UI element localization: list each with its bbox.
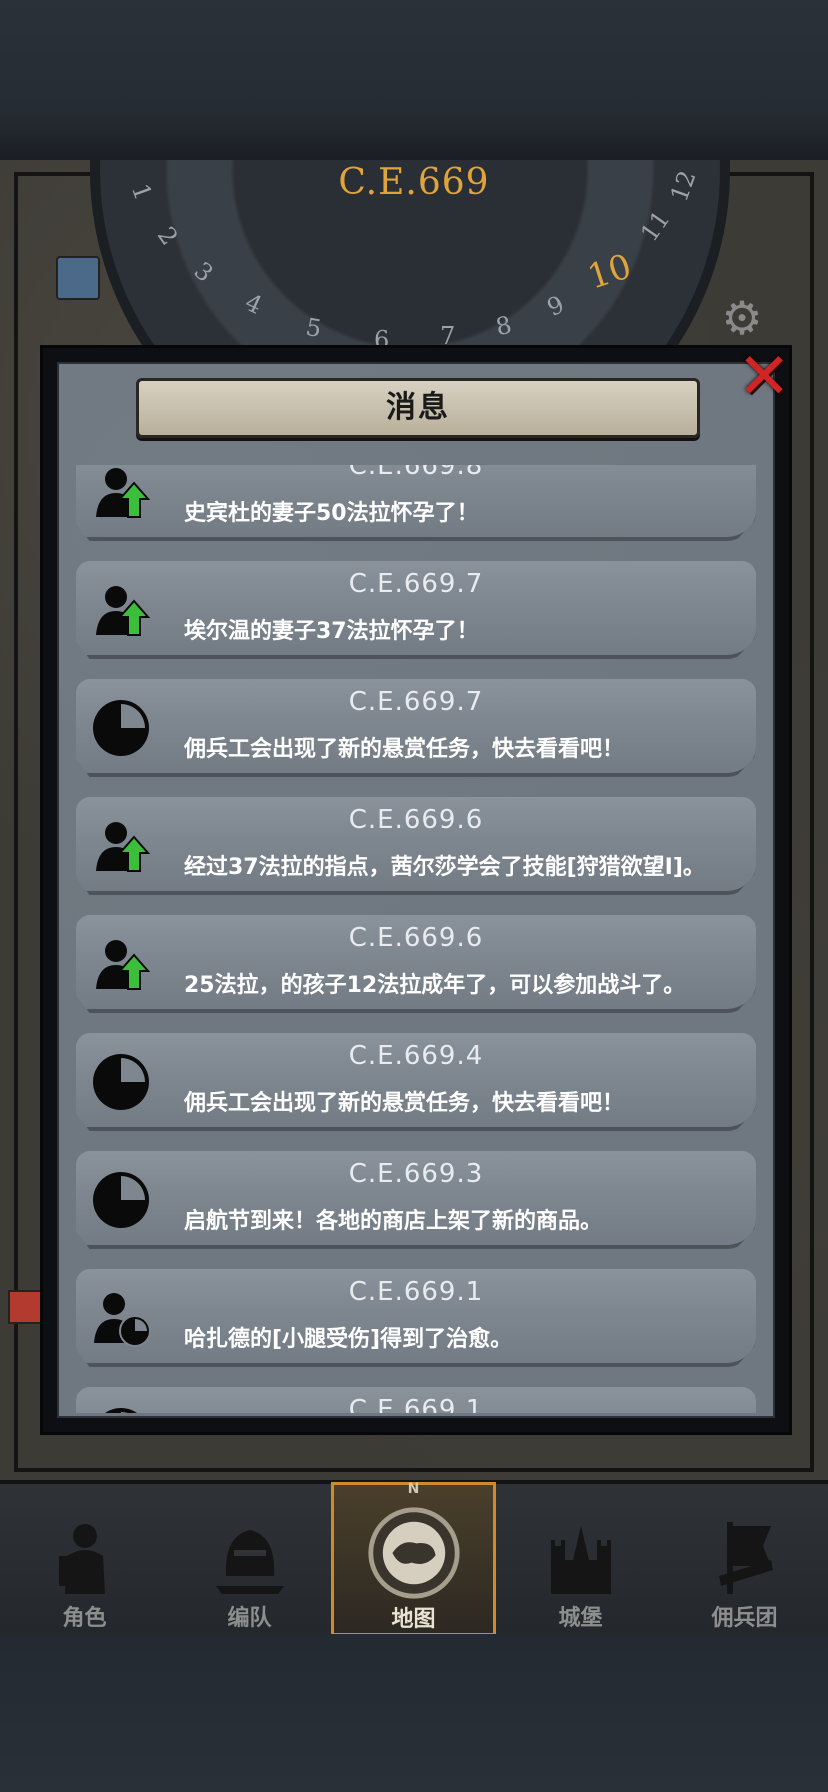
message-date: C.E.669.8 (348, 465, 484, 481)
message-date: C.E.669.1 (348, 1277, 484, 1307)
compass-map-icon (367, 1507, 460, 1599)
top-bar (0, 0, 828, 160)
message-item: C.E.669.6 25法拉，的孩子12法拉成年了，可以参加战斗了。 (76, 915, 756, 1013)
message-text: 启航节到来！各地的商店上架了新的商品。 (184, 1209, 603, 1234)
helmet-icon (215, 1530, 284, 1594)
close-x-icon[interactable]: ✕ (732, 345, 796, 409)
calendar-year: C.E.669 (338, 162, 490, 203)
gear-icon[interactable]: ⚙ (712, 288, 772, 348)
compass-letter: N (407, 1481, 420, 1497)
message-text: 25法拉，的孩子12法拉成年了，可以参加战斗了。 (184, 973, 686, 998)
message-text: 埃尔温的妻子37法拉怀孕了！ (184, 619, 479, 644)
message-text: 佣兵工会出现了新的悬赏任务，快去看看吧！ (184, 737, 625, 762)
castle-icon (550, 1526, 611, 1594)
nav-item-mercenary[interactable]: 佣兵团 (662, 1484, 827, 1634)
message-item: C.E.669.1 哈扎德的[小腿受伤]得到了治愈。 (76, 1269, 756, 1367)
message-list[interactable]: C.E.669.8 史宾杜的妻子50法拉怀孕了！ C.E.669.7 埃尔温的妻… (64, 465, 768, 1413)
message-text: 哈扎德的[小腿受伤]得到了治愈。 (184, 1327, 513, 1352)
message-text: 经过37法拉的指点，茜尔莎学会了技能[狩猎欲望I]。 (184, 855, 705, 880)
nav-label: 角色 (62, 1606, 107, 1631)
bottom-strip (0, 1634, 828, 1792)
nav-label: 编队 (227, 1606, 272, 1631)
message-date: C.E.669.6 (348, 923, 484, 953)
bottom-nav: 角色 编队 N 地图 城堡 佣兵团 (0, 1480, 828, 1636)
banner-icon (718, 1522, 773, 1594)
message-date: C.E.669.7 (348, 687, 484, 717)
message-item: C.E.669.7 佣兵工会出现了新的悬赏任务，快去看看吧！ (76, 679, 756, 777)
message-date: C.E.669.7 (348, 569, 484, 599)
message-item: C.E.669.7 埃尔温的妻子37法拉怀孕了！ (76, 561, 756, 659)
message-date: C.E.669.6 (348, 805, 484, 835)
message-item: C.E.669.1 (76, 1387, 756, 1413)
message-date: C.E.669.4 (348, 1041, 484, 1071)
message-date: C.E.669.3 (348, 1159, 484, 1189)
title-banner: 消息 (136, 378, 700, 438)
nav-item-formation[interactable]: 编队 (167, 1484, 332, 1634)
nav-label: 佣兵团 (711, 1606, 778, 1631)
nav-label: 地图 (391, 1607, 436, 1632)
message-item: C.E.669.4 佣兵工会出现了新的悬赏任务，快去看看吧！ (76, 1033, 756, 1131)
message-item: C.E.669.8 史宾杜的妻子50法拉怀孕了！ (76, 465, 756, 541)
message-date: C.E.669.1 (348, 1395, 484, 1413)
map-marker-icon[interactable] (56, 256, 100, 300)
nav-label: 城堡 (558, 1606, 603, 1631)
message-item: C.E.669.6 经过37法拉的指点，茜尔莎学会了技能[狩猎欲望I]。 (76, 797, 756, 895)
nav-item-castle[interactable]: 城堡 (498, 1484, 663, 1634)
message-text: 史宾杜的妻子50法拉怀孕了！ (184, 501, 479, 526)
message-text: 佣兵工会出现了新的悬赏任务，快去看看吧！ (184, 1091, 625, 1116)
battle-marker-icon[interactable] (8, 1290, 42, 1324)
nav-item-character[interactable]: 角色 (2, 1484, 167, 1634)
nav-item-map[interactable]: N 地图 (331, 1481, 496, 1636)
knight-icon (58, 1524, 105, 1594)
modal-title: 消息 (386, 390, 450, 425)
message-item: C.E.669.3 启航节到来！各地的商店上架了新的商品。 (76, 1151, 756, 1249)
